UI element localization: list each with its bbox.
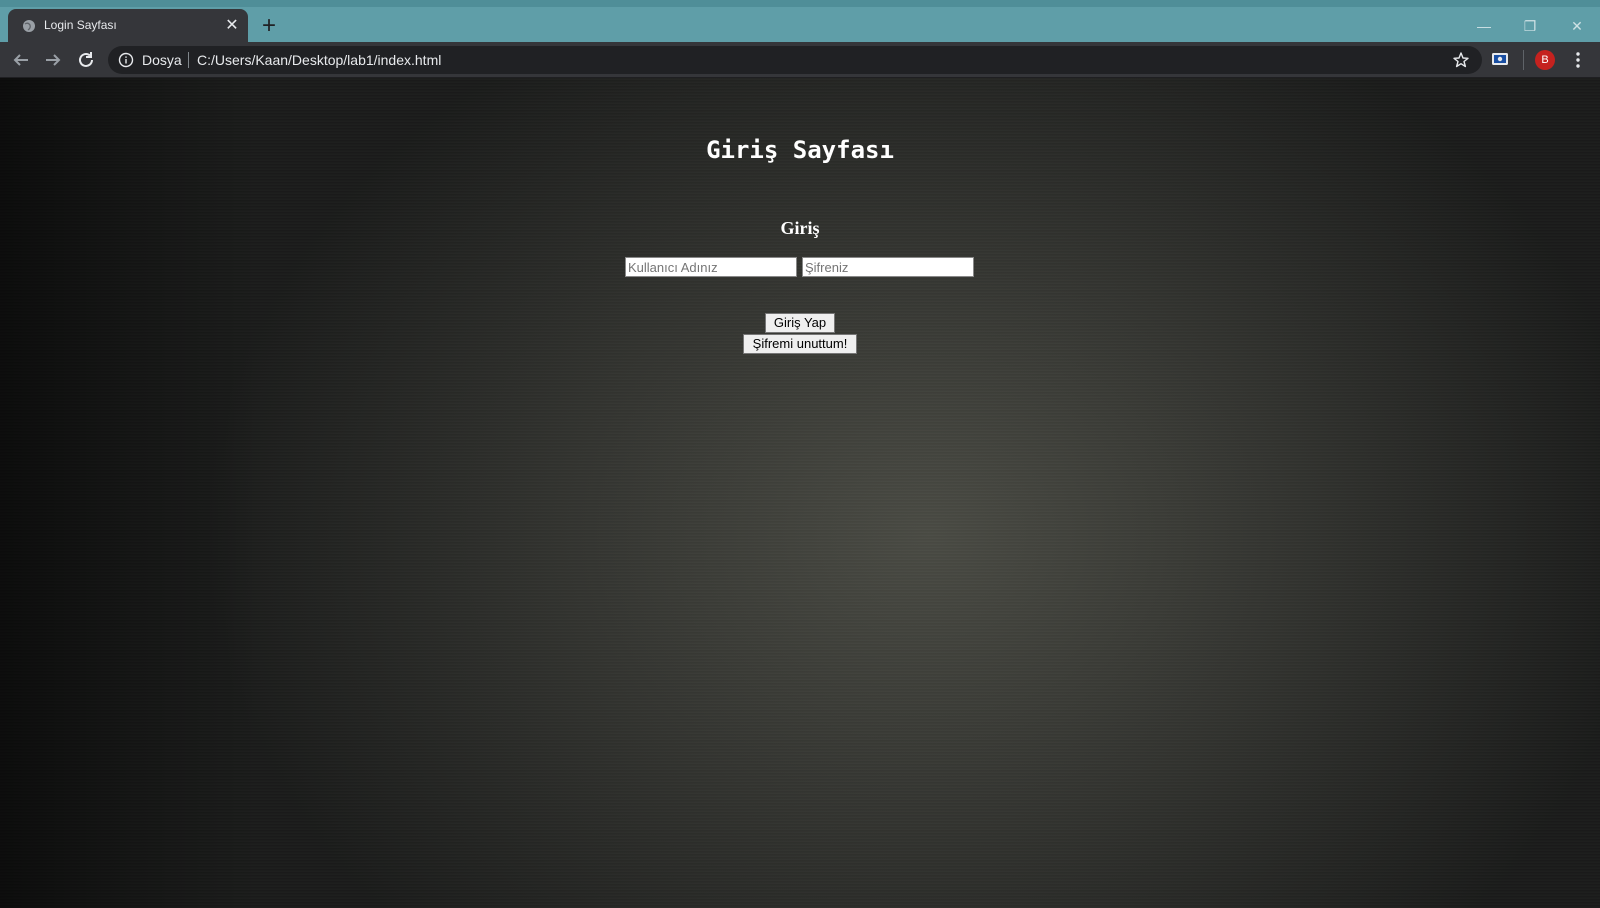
bookmark-star-icon[interactable] <box>1452 51 1470 69</box>
new-tab-button[interactable]: + <box>258 14 280 38</box>
forgot-password-button[interactable]: Şifremi unuttum! <box>743 334 857 354</box>
back-icon[interactable] <box>9 48 33 72</box>
more-menu-icon[interactable] <box>1570 50 1586 70</box>
extension-icon[interactable] <box>1491 52 1509 66</box>
background-shade <box>0 78 260 908</box>
login-heading: Giriş <box>780 218 820 238</box>
globe-icon <box>22 19 36 33</box>
reload-icon[interactable] <box>74 48 98 72</box>
browser-toolbar: Dosya C:/Users/Kaan/Desktop/lab1/index.h… <box>0 42 1600 78</box>
tab-login[interactable]: Login Sayfası ✕ <box>8 9 248 42</box>
profile-avatar[interactable]: B <box>1535 50 1555 70</box>
restore-button[interactable]: ❐ <box>1508 12 1552 40</box>
password-input[interactable] <box>802 257 974 277</box>
forward-icon[interactable] <box>41 48 65 72</box>
close-tab-icon[interactable]: ✕ <box>224 18 240 34</box>
close-window-button[interactable]: ✕ <box>1555 12 1599 40</box>
login-button[interactable]: Giriş Yap <box>765 313 835 333</box>
tab-strip: Login Sayfası ✕ + — ❐ ✕ <box>0 0 1600 42</box>
omnibox-divider <box>188 52 189 68</box>
address-bar[interactable]: Dosya C:/Users/Kaan/Desktop/lab1/index.h… <box>108 46 1482 74</box>
info-icon[interactable] <box>118 52 134 68</box>
tab-title: Login Sayfası <box>44 18 117 32</box>
browser-window: Login Sayfası ✕ + — ❐ ✕ Dosya C:/Users/K… <box>0 0 1600 908</box>
scheme-label: Dosya <box>142 52 182 68</box>
url-text[interactable]: C:/Users/Kaan/Desktop/lab1/index.html <box>197 52 441 68</box>
minimize-button[interactable]: — <box>1462 12 1506 40</box>
page-viewport: Giriş Sayfası Giriş Giriş Yap Şifremi un… <box>0 78 1600 908</box>
toolbar-divider <box>1523 50 1524 70</box>
page-title: Giriş Sayfası <box>706 136 894 164</box>
username-input[interactable] <box>625 257 797 277</box>
